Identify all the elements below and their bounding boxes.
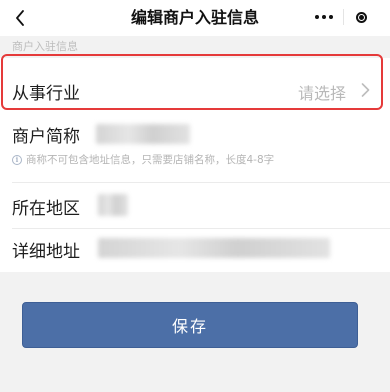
address-input[interactable] xyxy=(98,238,330,258)
industry-label: 从事行业 xyxy=(12,84,80,104)
short-name-row: 商户简称 i 商称不可包含地址信息，只需要店铺名称，长度4-8字 xyxy=(0,118,390,182)
close-mini-program-button[interactable] xyxy=(344,4,381,30)
address-row: 详细地址 xyxy=(0,228,390,272)
short-name-input[interactable] xyxy=(96,124,190,144)
save-button[interactable]: 保存 xyxy=(22,302,358,348)
more-dots-icon xyxy=(315,15,334,19)
region-selector[interactable]: 所在地区 xyxy=(0,182,390,228)
short-name-label: 商户简称 xyxy=(12,127,80,147)
address-label: 详细地址 xyxy=(12,242,80,262)
section-header: 商户入驻信息 xyxy=(12,40,78,53)
more-menu-button[interactable] xyxy=(306,4,343,30)
industry-placeholder: 请选择 xyxy=(297,84,346,103)
short-name-hint: i 商称不可包含地址信息，只需要店铺名称，长度4-8字 xyxy=(12,152,274,167)
merchant-form: 从事行业 请选择 商户简称 i 商称不可包含地址信息，只需要店铺名称，长度4-8… xyxy=(0,58,390,272)
region-value xyxy=(98,194,128,216)
chevron-right-icon xyxy=(361,83,370,97)
short-name-hint-text: 商称不可包含地址信息，只需要店铺名称，长度4-8字 xyxy=(26,154,275,166)
info-circle-icon: i xyxy=(12,154,22,165)
chevron-left-icon xyxy=(16,10,24,26)
target-circle-icon xyxy=(356,11,368,23)
industry-selector[interactable]: 从事行业 请选择 xyxy=(0,60,390,118)
back-button[interactable] xyxy=(0,0,40,36)
region-label: 所在地区 xyxy=(12,199,80,219)
mini-program-capsule xyxy=(306,4,380,30)
nav-bar: 编辑商户入驻信息 xyxy=(0,0,390,36)
